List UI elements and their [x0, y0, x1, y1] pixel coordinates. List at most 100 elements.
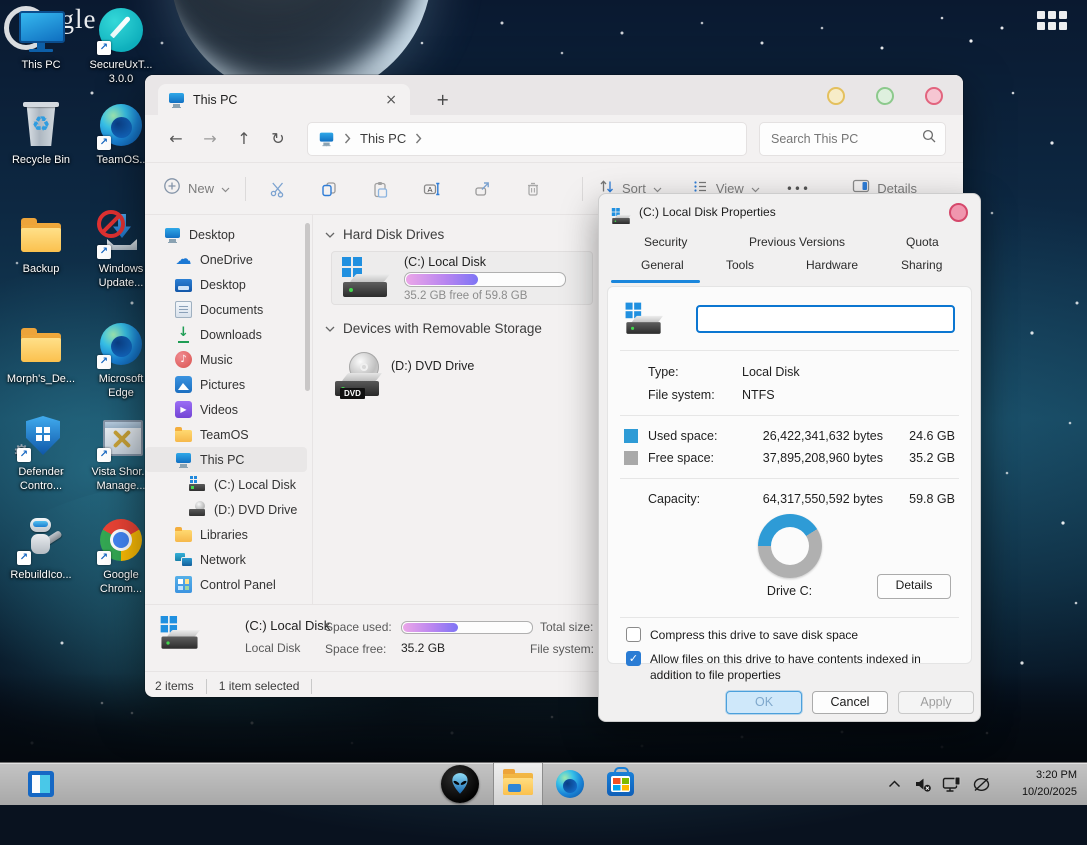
- tab-hardware[interactable]: Hardware: [806, 258, 858, 272]
- taskbar-clock[interactable]: 3:20 PM 10/20/2025: [1022, 767, 1077, 800]
- desktop-icon-recycle-bin[interactable]: ♻ Recycle Bin: [2, 101, 80, 167]
- desktop-icon-secureux[interactable]: ↗ SecureUxT... 3.0.0: [82, 6, 160, 87]
- sidebar-item-music[interactable]: ♪ Music: [145, 347, 307, 372]
- search-input[interactable]: [769, 130, 922, 147]
- paste-icon[interactable]: [363, 180, 397, 198]
- sidebar-item-label: (D:) DVD Drive: [214, 502, 298, 517]
- tab-quota[interactable]: Quota: [906, 235, 939, 249]
- desktop-icon-rebuildicons[interactable]: ↗ RebuildIco...: [2, 516, 80, 582]
- forward-icon[interactable]: →: [193, 129, 227, 148]
- taskbar-edge-icon[interactable]: [556, 770, 584, 798]
- network-icon: [175, 551, 192, 568]
- tab-close-icon[interactable]: ×: [382, 92, 400, 108]
- start-button-alienware-icon[interactable]: [441, 765, 479, 803]
- sidebar-item-desktop[interactable]: Desktop: [145, 272, 307, 297]
- close-button[interactable]: [925, 87, 943, 105]
- ok-button[interactable]: OK: [726, 691, 802, 714]
- notifications-off-icon[interactable]: [971, 774, 991, 794]
- sidebar-item-pictures[interactable]: Pictures: [145, 372, 307, 397]
- address-bar[interactable]: This PC: [307, 121, 747, 156]
- tab-security[interactable]: Security: [644, 235, 687, 249]
- delete-icon[interactable]: [516, 180, 550, 198]
- sidebar-item-desktop-root[interactable]: Desktop: [145, 222, 307, 247]
- space-used-label: Space used:: [325, 620, 392, 634]
- cancel-button[interactable]: Cancel: [812, 691, 888, 714]
- desktop-icon-defender-control[interactable]: ⚙↗ Defender Contro...: [2, 413, 80, 494]
- search-box[interactable]: [759, 121, 946, 156]
- dvd-drive-icon: [189, 501, 206, 518]
- compress-drive-checkbox-row[interactable]: Compress this drive to save disk space: [626, 627, 955, 643]
- back-icon[interactable]: ←: [159, 129, 193, 148]
- taskbar-file-explorer-button[interactable]: [493, 763, 543, 805]
- tab-previous-versions[interactable]: Previous Versions: [749, 235, 845, 249]
- sidebar-item-control-panel[interactable]: Control Panel: [145, 572, 307, 597]
- volume-label-input[interactable]: [696, 305, 955, 333]
- dvd-badge: DVD: [340, 388, 365, 399]
- minimize-button[interactable]: [827, 87, 845, 105]
- space-free-label: Space free:: [325, 642, 387, 656]
- close-icon[interactable]: [949, 202, 968, 222]
- network-display-icon[interactable]: [942, 774, 962, 794]
- apps-grid-icon[interactable]: [1037, 11, 1067, 30]
- refresh-icon[interactable]: ↻: [261, 129, 295, 148]
- volume-muted-icon[interactable]: [913, 774, 933, 794]
- tab-sharing[interactable]: Sharing: [901, 258, 942, 272]
- sidebar-item-label: OneDrive: [200, 252, 253, 267]
- sidebar-item-documents[interactable]: Documents: [145, 297, 307, 322]
- tab-title: This PC: [193, 92, 238, 107]
- cut-icon[interactable]: [261, 180, 295, 198]
- widgets-icon[interactable]: [28, 771, 54, 797]
- copy-icon[interactable]: [312, 180, 346, 198]
- folder-icon: [16, 320, 66, 370]
- details-button[interactable]: Details: [877, 574, 951, 599]
- apply-button[interactable]: Apply: [898, 691, 974, 714]
- sidebar-item-label: Desktop: [200, 277, 246, 292]
- item-count: 2 items: [155, 679, 194, 693]
- sidebar-item-dvd-drive-d[interactable]: (D:) DVD Drive: [145, 497, 307, 522]
- new-button[interactable]: New: [163, 177, 230, 200]
- taskbar-microsoft-store-icon[interactable]: [607, 767, 634, 796]
- desktop-icon-label: Recycle Bin: [11, 154, 71, 166]
- share-icon[interactable]: [465, 180, 499, 198]
- tab-tools[interactable]: Tools: [726, 258, 754, 272]
- desktop-icon-morphs-folder[interactable]: Morph's_De...: [2, 320, 80, 386]
- drive-c-item[interactable]: (C:) Local Disk 35.2 GB free of 59.8 GB: [331, 251, 593, 305]
- divider: [620, 478, 959, 479]
- desktop-icon-label: This PC: [21, 59, 61, 71]
- hidden-icons-chevron-icon[interactable]: [884, 774, 904, 794]
- desktop-icon-backup[interactable]: Backup: [2, 210, 80, 276]
- sidebar-item-downloads[interactable]: ↓ Downloads: [145, 322, 307, 347]
- index-checkbox[interactable]: ✓: [626, 651, 641, 667]
- new-tab-button[interactable]: +: [430, 90, 455, 109]
- sidebar-item-network[interactable]: Network: [145, 547, 307, 572]
- sidebar-item-this-pc[interactable]: This PC: [145, 447, 307, 472]
- used-space-bytes: 26,422,341,632 bytes: [762, 429, 883, 443]
- sidebar-item-local-disk-c[interactable]: (C:) Local Disk: [145, 472, 307, 497]
- up-icon[interactable]: ↑: [227, 129, 261, 148]
- sidebar-item-label: Network: [200, 552, 246, 567]
- type-label: Type:: [648, 364, 679, 379]
- new-button-label: New: [188, 181, 215, 196]
- sidebar-item-onedrive[interactable]: ☁ OneDrive: [145, 247, 307, 272]
- sidebar-item-libraries[interactable]: Libraries: [145, 522, 307, 547]
- dvd-name: (D:) DVD Drive: [391, 359, 475, 373]
- selection-count: 1 item selected: [218, 679, 300, 693]
- dvd-drive-icon: DVD: [333, 351, 383, 399]
- rename-icon[interactable]: A: [414, 180, 448, 198]
- desktop-icon-this-pc[interactable]: This PC: [2, 6, 80, 72]
- sidebar-item-teamos[interactable]: TeamOS: [145, 422, 307, 447]
- search-icon: [922, 129, 936, 148]
- sidebar-item-label: Videos: [200, 402, 238, 417]
- shortcut-arrow-icon: ↗: [17, 551, 31, 565]
- compress-checkbox[interactable]: [626, 627, 641, 642]
- sidebar-scrollbar[interactable]: [305, 223, 310, 391]
- folder-icon: [16, 210, 66, 260]
- tab-general[interactable]: General: [641, 258, 684, 272]
- divider: [620, 350, 959, 351]
- tab-bar: This PC × +: [145, 75, 963, 115]
- sidebar-item-videos[interactable]: ▶ Videos: [145, 397, 307, 422]
- tab-this-pc[interactable]: This PC ×: [158, 84, 410, 115]
- breadcrumb-location[interactable]: This PC: [360, 131, 406, 146]
- index-contents-checkbox-row[interactable]: ✓ Allow files on this drive to have cont…: [626, 651, 955, 683]
- maximize-button[interactable]: [876, 87, 894, 105]
